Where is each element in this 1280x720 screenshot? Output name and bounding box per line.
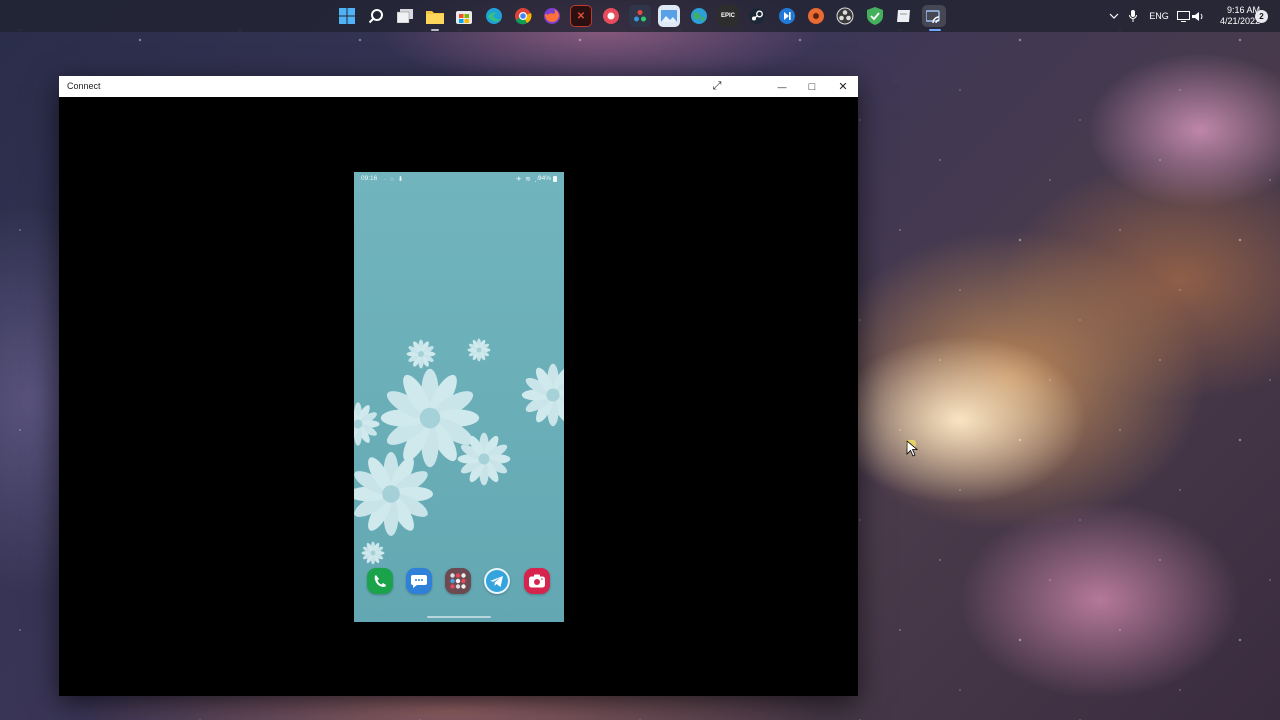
firefox-icon[interactable] bbox=[541, 5, 563, 27]
minimize-button[interactable]: — bbox=[767, 76, 797, 97]
edge-icon[interactable] bbox=[483, 5, 505, 27]
phone-dock bbox=[354, 568, 564, 602]
windows-logo-icon[interactable] bbox=[336, 5, 358, 27]
shield-check-icon[interactable] bbox=[864, 5, 886, 27]
close-button[interactable]: ✕ bbox=[828, 76, 858, 97]
message-icon[interactable] bbox=[406, 568, 432, 594]
notification-badge[interactable]: 2 bbox=[1255, 10, 1268, 23]
epic-icon[interactable]: EPIC bbox=[717, 5, 739, 27]
search-icon[interactable] bbox=[365, 5, 387, 27]
grid-app-icon[interactable]: ✕ bbox=[570, 5, 592, 27]
mouse-cursor-icon bbox=[906, 440, 919, 457]
desktop-wallpaper: ✕ EPIC ENG 9:16 AM 4/21/2022 2 Connect ⤢… bbox=[0, 0, 1280, 720]
globe-icon[interactable] bbox=[688, 5, 710, 27]
gesture-navigation-bar[interactable] bbox=[427, 616, 491, 618]
battery-icon bbox=[553, 176, 557, 182]
app-folder-icon[interactable] bbox=[445, 568, 471, 594]
steam-icon[interactable] bbox=[746, 5, 768, 27]
store-icon[interactable] bbox=[453, 5, 475, 27]
phone-notification-icons: · ○ ⬇ bbox=[384, 176, 405, 183]
phone-icon[interactable] bbox=[367, 568, 393, 594]
window-titlebar[interactable]: Connect ⤢ — □ ✕ bbox=[59, 76, 858, 97]
remote-icon[interactable] bbox=[776, 5, 798, 27]
chevron-up-icon[interactable] bbox=[1108, 9, 1120, 23]
chrome-icon[interactable] bbox=[512, 5, 534, 27]
phone-status-bar: 09:16 · ○ ⬇ ✈ ≋ ⋰ 94% bbox=[354, 172, 564, 186]
microphone-icon[interactable] bbox=[1127, 9, 1139, 23]
clock-date: 4/21/2022 bbox=[1219, 16, 1260, 26]
task-view-icon[interactable] bbox=[394, 5, 416, 27]
connect-window: Connect ⤢ — □ ✕ 09:16 · ○ ⬇ ✈ ≋ ⋰ 94% bbox=[59, 76, 858, 696]
orange-circle-icon[interactable] bbox=[805, 5, 827, 27]
folder-icon[interactable] bbox=[424, 5, 446, 27]
taskbar: ✕ EPIC ENG 9:16 AM 4/21/2022 2 bbox=[0, 0, 1280, 32]
system-clock[interactable]: 9:16 AM 4/21/2022 bbox=[1206, 5, 1260, 27]
daisy-wallpaper bbox=[354, 338, 564, 565]
network-icon[interactable] bbox=[1176, 9, 1190, 23]
record-icon[interactable] bbox=[600, 5, 622, 27]
clock-time: 9:16 AM bbox=[1226, 5, 1260, 15]
window-title: Connect bbox=[67, 81, 101, 91]
maximize-button[interactable]: □ bbox=[797, 76, 827, 97]
photos-icon[interactable] bbox=[658, 5, 680, 27]
speaker-icon[interactable] bbox=[1192, 9, 1204, 23]
obs-icon[interactable] bbox=[834, 5, 856, 27]
resolve-icon[interactable] bbox=[629, 5, 651, 27]
cast-icon[interactable] bbox=[922, 5, 946, 27]
phone-screen-mirror[interactable]: 09:16 · ○ ⬇ ✈ ≋ ⋰ 94% bbox=[354, 172, 564, 622]
note-icon[interactable] bbox=[893, 5, 915, 27]
language-indicator[interactable]: ENG bbox=[1147, 9, 1171, 23]
telegram-icon[interactable] bbox=[484, 568, 510, 594]
phone-battery-percent: 94% bbox=[537, 175, 551, 182]
fullscreen-button[interactable]: ⤢ bbox=[702, 76, 732, 97]
phone-clock: 09:16 bbox=[361, 175, 378, 182]
camera-icon[interactable] bbox=[524, 568, 550, 594]
